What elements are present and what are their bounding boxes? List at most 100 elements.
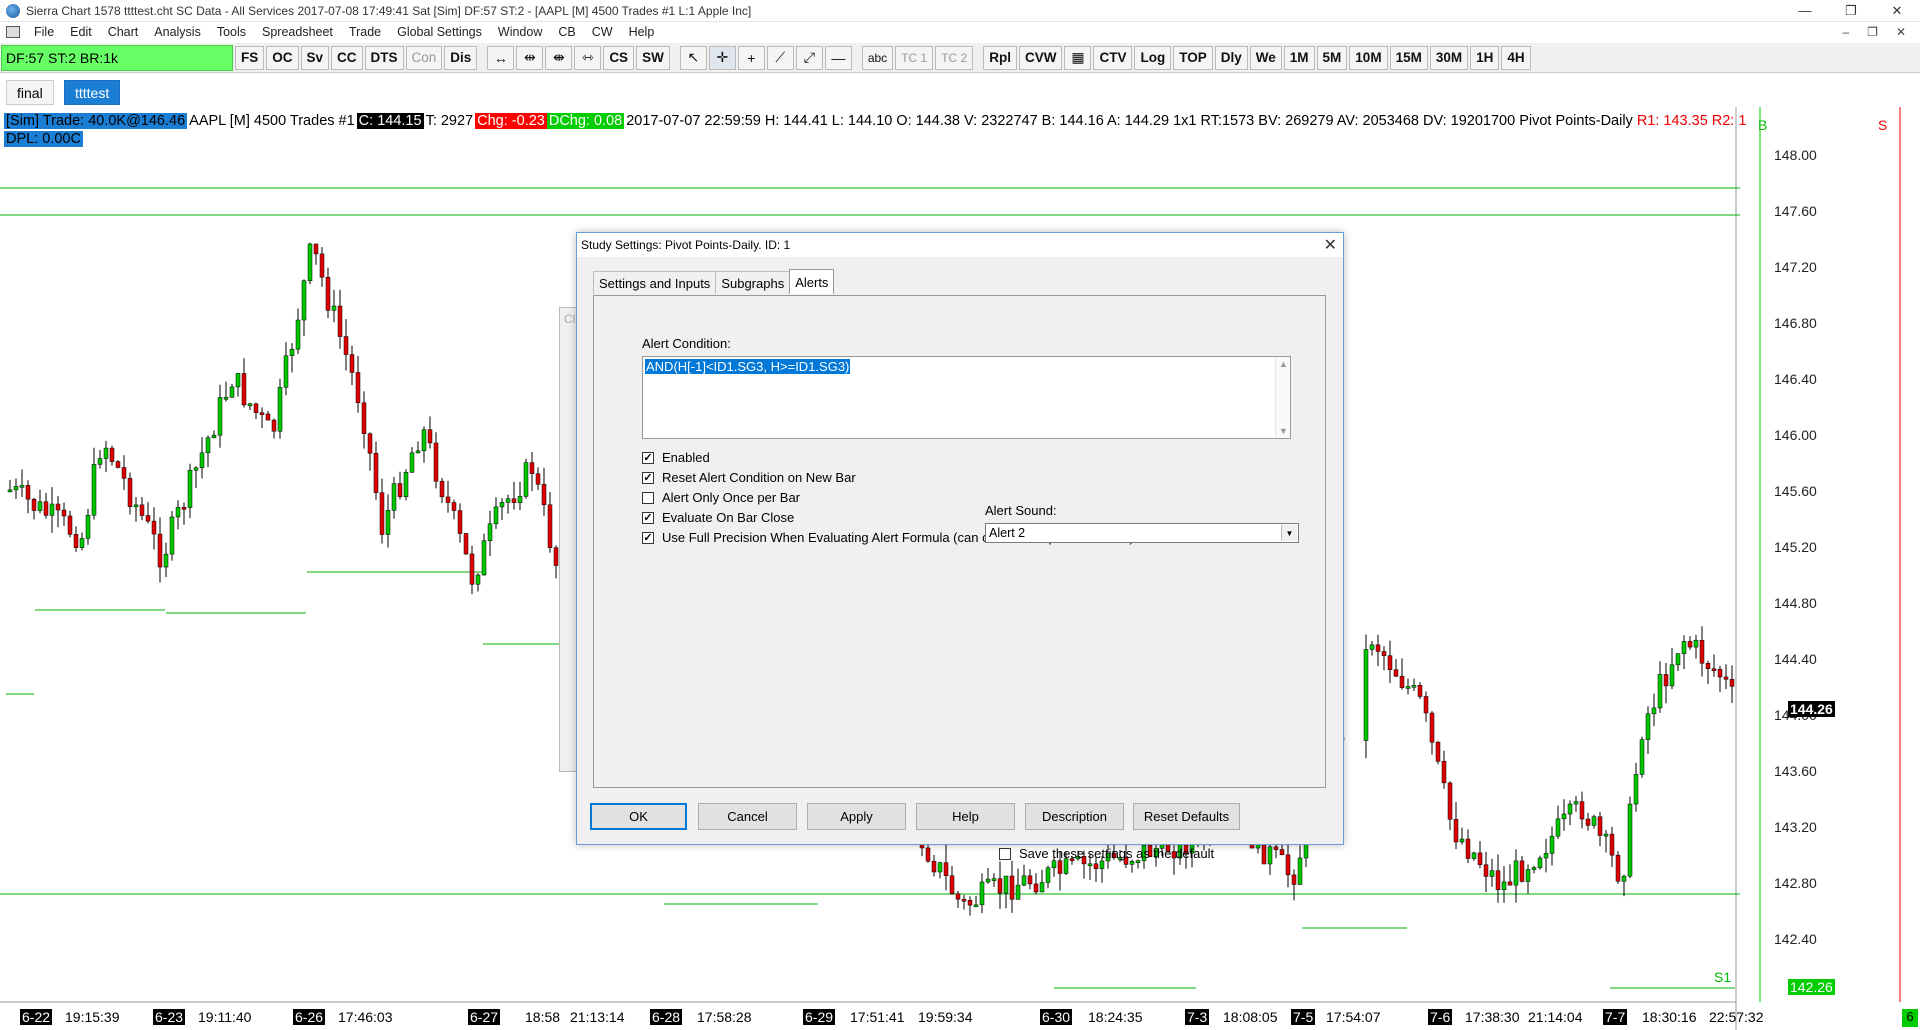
- status-indicator[interactable]: DF:57 ST:2 BR:1k: [1, 44, 233, 71]
- reset-defaults-button[interactable]: Reset Defaults: [1133, 803, 1240, 830]
- toolbar-log-button[interactable]: Log: [1134, 45, 1172, 70]
- toolbar-dts-button[interactable]: DTS: [364, 45, 404, 70]
- ray-tool-icon[interactable]: ⤢: [795, 45, 823, 70]
- help-button[interactable]: Help: [916, 803, 1015, 830]
- sierra-chart-app-icon[interactable]: [6, 3, 20, 18]
- candle-body: [1003, 875, 1009, 894]
- menu-chart[interactable]: Chart: [100, 25, 147, 39]
- crosshair-icon[interactable]: ✛: [708, 45, 736, 70]
- checkbox-reset-alert-condition-on-new-bar[interactable]: ✓ Reset Alert Condition on New Bar: [642, 470, 856, 485]
- toolbar-fs-button[interactable]: FS: [235, 45, 265, 70]
- menu-trade[interactable]: Trade: [341, 25, 389, 39]
- alert-sound-select[interactable]: Alert 2 ▼: [985, 523, 1299, 543]
- checkbox-box[interactable]: [642, 491, 654, 504]
- checkbox-evaluate-on-bar-close[interactable]: ✓ Evaluate On Bar Close: [642, 510, 794, 525]
- alert-formula-text[interactable]: AND(H[-1]<ID1.SG3, H>=ID1.SG3): [645, 359, 851, 374]
- toolbar-cc-button[interactable]: CC: [331, 45, 363, 70]
- menu-edit[interactable]: Edit: [62, 25, 100, 39]
- tab-subgraphs[interactable]: Subgraphs: [715, 271, 791, 294]
- menu-window[interactable]: Window: [490, 25, 550, 39]
- candle-body: [1579, 801, 1585, 820]
- tab-final[interactable]: final: [6, 80, 54, 105]
- toolbar-top-button[interactable]: TOP: [1173, 45, 1213, 70]
- candle-body: [277, 387, 283, 432]
- toolbar-rpl-button[interactable]: Rpl: [983, 45, 1017, 70]
- menu-file[interactable]: File: [26, 25, 62, 39]
- close-window-button[interactable]: ✕: [1874, 0, 1920, 22]
- checkbox-enabled[interactable]: ✓ Enabled: [642, 450, 710, 465]
- toolbar-we-button[interactable]: We: [1249, 45, 1282, 70]
- buy-marker[interactable]: B: [1758, 117, 1767, 133]
- mdi-close-button[interactable]: ✕: [1896, 25, 1906, 39]
- toolbar-sv-button[interactable]: Sv: [300, 45, 330, 70]
- toolbar-tc-1-button[interactable]: TC 1: [895, 45, 934, 70]
- pointer-icon[interactable]: ↖: [679, 45, 707, 70]
- mdi-minimize-button[interactable]: –: [1842, 25, 1849, 39]
- formula-scrollbar[interactable]: ▲ ▼: [1275, 357, 1290, 438]
- chart-window-icon[interactable]: [6, 26, 20, 38]
- scroll-down-icon[interactable]: ▼: [1279, 426, 1288, 436]
- toolbar-tc-2-button[interactable]: TC 2: [935, 45, 974, 70]
- toolbar-1h-button[interactable]: 1H: [1470, 45, 1500, 70]
- menu-tools[interactable]: Tools: [209, 25, 254, 39]
- cancel-button[interactable]: Cancel: [698, 803, 797, 830]
- dom-ladder-icon[interactable]: ▦: [1064, 45, 1092, 70]
- expand-bars-icon[interactable]: ⇹: [516, 45, 544, 70]
- alert-formula-input[interactable]: AND(H[-1]<ID1.SG3, H>=ID1.SG3) ▲ ▼: [642, 356, 1291, 439]
- checkbox-box[interactable]: ✓: [642, 451, 654, 464]
- horizontal-line-icon[interactable]: —: [824, 45, 852, 70]
- candle-body: [949, 875, 955, 895]
- tab-alerts[interactable]: Alerts: [789, 269, 835, 294]
- menu-global-settings[interactable]: Global Settings: [389, 25, 490, 39]
- toolbar-oc-button[interactable]: OC: [266, 45, 299, 70]
- restore-button[interactable]: ❐: [1828, 0, 1874, 22]
- checkbox-box[interactable]: ✓: [642, 531, 654, 544]
- cursor-cross-icon[interactable]: +: [737, 45, 765, 70]
- scale-bars-icon[interactable]: ⇿: [574, 45, 602, 70]
- checkbox-box[interactable]: ✓: [642, 471, 654, 484]
- minimize-button[interactable]: —: [1782, 0, 1828, 22]
- dialog-close-icon[interactable]: ✕: [1324, 235, 1337, 255]
- menu-cb[interactable]: CB: [550, 25, 583, 39]
- checkbox-box[interactable]: ✓: [642, 511, 654, 524]
- candle-body: [121, 467, 127, 479]
- menu-cw[interactable]: CW: [584, 25, 621, 39]
- mdi-restore-button[interactable]: ❐: [1867, 25, 1878, 39]
- toolbar-5m-button[interactable]: 5M: [1316, 45, 1348, 70]
- toolbar-10m-button[interactable]: 10M: [1349, 45, 1388, 70]
- candle-body: [1465, 838, 1471, 859]
- checkbox-alert-only-once-per-bar[interactable]: Alert Only Once per Bar: [642, 490, 800, 505]
- toolbar-sw-button[interactable]: SW: [636, 45, 670, 70]
- toolbar-cvw-button[interactable]: CVW: [1018, 45, 1063, 70]
- menu-spreadsheet[interactable]: Spreadsheet: [254, 25, 341, 39]
- toolbar-15m-button[interactable]: 15M: [1389, 45, 1428, 70]
- candle-body: [1039, 882, 1045, 893]
- tab-settings-and-inputs[interactable]: Settings and Inputs: [593, 271, 717, 294]
- toolbar-30m-button[interactable]: 30M: [1429, 45, 1469, 70]
- toolbar-cs-button[interactable]: CS: [603, 45, 635, 70]
- menu-analysis[interactable]: Analysis: [146, 25, 209, 39]
- toolbar-ctv-button[interactable]: CTV: [1093, 45, 1133, 70]
- toolbar-dly-button[interactable]: Dly: [1214, 45, 1248, 70]
- description-button[interactable]: Description: [1025, 803, 1124, 830]
- chevron-down-icon[interactable]: ▼: [1281, 525, 1297, 541]
- tab-ttttest[interactable]: ttttest: [64, 80, 121, 105]
- date-time-scale[interactable]: 6-22 19:15:39 6-23 19:11:40 6-26 17:46:03 6-27…: [0, 1002, 1920, 1030]
- toolbar-abc-button[interactable]: abc: [861, 45, 894, 70]
- save-default-checkbox[interactable]: Save these settings as the default: [999, 846, 1214, 861]
- toolbar-4h-button[interactable]: 4H: [1501, 45, 1531, 70]
- measure-h-icon[interactable]: ↔: [487, 45, 515, 70]
- toolbar-1m-button[interactable]: 1M: [1283, 45, 1315, 70]
- candle-body: [529, 462, 535, 474]
- toolbar-con-button[interactable]: Con: [405, 45, 443, 70]
- line-tool-icon[interactable]: ⟋: [766, 45, 794, 70]
- menu-help[interactable]: Help: [621, 25, 663, 39]
- compress-bars-icon[interactable]: ⇼: [545, 45, 573, 70]
- apply-button[interactable]: Apply: [807, 803, 906, 830]
- ok-button[interactable]: OK: [590, 803, 687, 830]
- save-default-box[interactable]: [999, 847, 1011, 860]
- scroll-up-icon[interactable]: ▲: [1279, 359, 1288, 369]
- toolbar-dis-button[interactable]: Dis: [444, 45, 478, 70]
- sell-marker[interactable]: S: [1878, 117, 1887, 133]
- candle-body: [1021, 875, 1027, 886]
